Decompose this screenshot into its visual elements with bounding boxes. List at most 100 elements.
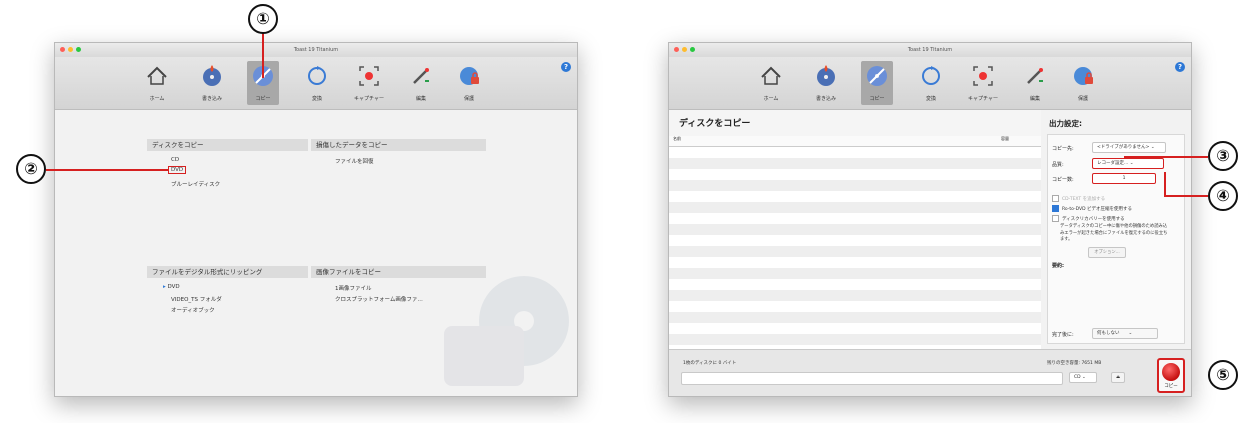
link-image-file[interactable]: 1画像ファイル bbox=[335, 284, 372, 292]
cdtext-checkbox[interactable]: CD-TEXT を追加する bbox=[1052, 195, 1105, 202]
link-crossplatform-image[interactable]: クロスプラットフォーム画像ファ… bbox=[335, 295, 423, 303]
home-icon bbox=[761, 66, 781, 85]
output-settings-box: コピー先: <ドライブがありません> ⌄ 品質: レコーダ設定... ⌄ コピー… bbox=[1047, 134, 1185, 344]
section-disc-copy-heading: ディスクをコピー bbox=[147, 139, 308, 151]
column-name[interactable]: 名前 bbox=[673, 136, 681, 142]
options-button[interactable]: オプション... bbox=[1088, 247, 1126, 258]
zoom-button[interactable] bbox=[690, 47, 695, 52]
callout-line-4b bbox=[1164, 195, 1208, 197]
tab-convert[interactable]: 変換 bbox=[915, 61, 947, 105]
tab-copy[interactable]: コピー bbox=[861, 61, 893, 105]
quality-label: 品質: bbox=[1052, 162, 1064, 168]
callout-5: ⑤ bbox=[1208, 360, 1238, 390]
zoom-button[interactable] bbox=[76, 47, 81, 52]
after-completion-select[interactable]: 何もしない ⌄ bbox=[1092, 328, 1158, 339]
callout-2: ② bbox=[16, 154, 46, 184]
link-cd[interactable]: CD bbox=[171, 157, 179, 163]
window-title: Toast 19 Titanium bbox=[293, 47, 339, 53]
window-controls bbox=[60, 47, 81, 52]
link-dvd[interactable]: DVD bbox=[167, 166, 187, 174]
tab-protect[interactable]: 保護 bbox=[453, 61, 485, 105]
recovery-description: データディスクのコピー中に傷や他の損傷のため読み込みエラーが起きた場合にファイル… bbox=[1060, 224, 1168, 242]
dvd-compress-checkbox[interactable]: Ro-to-DVD ビデオ圧縮を使用する bbox=[1052, 205, 1132, 212]
minimize-button[interactable] bbox=[682, 47, 687, 52]
record-label: コピー bbox=[1164, 384, 1178, 389]
tab-home[interactable]: ホーム bbox=[755, 61, 787, 105]
eject-button[interactable]: ⏏ bbox=[1111, 372, 1125, 383]
tab-edit[interactable]: 編集 bbox=[1019, 61, 1051, 105]
copy-record-button[interactable]: コピー bbox=[1157, 358, 1185, 393]
disc-content-list[interactable] bbox=[669, 147, 1041, 367]
copies-stepper[interactable]: 1 bbox=[1092, 173, 1156, 184]
source-list-pane: ディスクをコピー 名前 容量 bbox=[669, 110, 1041, 367]
minimize-button[interactable] bbox=[68, 47, 73, 52]
title-bar: Toast 19 Titanium bbox=[669, 43, 1191, 57]
tab-capture[interactable]: キャプチャー bbox=[353, 61, 385, 105]
title-bar: Toast 19 Titanium bbox=[55, 43, 577, 57]
status-bar: 1枚のディスクに 0 バイト 残りの空き容量: 7651 MB CD ⌄ ⏏ コ… bbox=[669, 349, 1191, 396]
summary-label: 要約: bbox=[1052, 263, 1064, 269]
link-bluray[interactable]: ブルーレイディスク bbox=[171, 180, 220, 188]
page-title: ディスクをコピー bbox=[679, 119, 751, 129]
tab-home[interactable]: ホーム bbox=[141, 61, 173, 105]
output-settings-pane: 出力設定: コピー先: <ドライブがありません> ⌄ 品質: レコーダ設定...… bbox=[1047, 110, 1185, 350]
recovery-checkbox[interactable]: ディスクリカバリーを使用する bbox=[1052, 215, 1125, 222]
callout-1: ① bbox=[248, 4, 278, 34]
callout-line-2 bbox=[46, 169, 168, 171]
column-size[interactable]: 容量 bbox=[1001, 136, 1009, 142]
section-rip-heading: ファイルをデジタル形式にリッピング bbox=[147, 266, 308, 278]
eject-icon: ⏏ bbox=[1115, 375, 1121, 380]
help-button[interactable]: ? bbox=[561, 62, 571, 72]
callout-line-1 bbox=[262, 32, 264, 78]
capture-icon bbox=[973, 66, 993, 86]
progress-field bbox=[681, 372, 1063, 385]
record-icon bbox=[1162, 363, 1180, 381]
link-video-ts[interactable]: VIDEO_TS フォルダ bbox=[171, 295, 222, 303]
tab-capture[interactable]: キャプチャー bbox=[967, 61, 999, 105]
copy-disc-icon bbox=[867, 66, 887, 86]
protect-icon bbox=[1074, 67, 1093, 85]
help-button[interactable]: ? bbox=[1175, 62, 1185, 72]
link-recover-files[interactable]: ファイルを回復 bbox=[335, 157, 374, 165]
free-space-text: 残りの空き容量: 7651 MB bbox=[1047, 361, 1102, 366]
tab-edit[interactable]: 編集 bbox=[405, 61, 437, 105]
right-app-window: Toast 19 Titanium ホーム 書き込み コピー 変換 キャプチャー… bbox=[668, 42, 1192, 397]
main-toolbar: ホーム 書き込み コピー 変換 キャプチャー 編集 保護 ? bbox=[55, 57, 577, 110]
drive-select[interactable]: CD ⌄ bbox=[1069, 372, 1097, 383]
burn-disc-icon bbox=[203, 65, 221, 86]
edit-icon bbox=[1027, 68, 1043, 84]
callout-line-3 bbox=[1124, 156, 1208, 158]
copies-label: コピー数: bbox=[1052, 177, 1074, 183]
callout-4: ④ bbox=[1208, 181, 1238, 211]
copy-to-label: コピー先: bbox=[1052, 146, 1074, 152]
home-icon bbox=[147, 66, 167, 85]
tab-burn[interactable]: 書き込み bbox=[810, 61, 842, 105]
tab-burn[interactable]: 書き込み bbox=[196, 61, 228, 105]
left-app-window: Toast 19 Titanium ホーム 書き込み コピー 変換 キャプチャー… bbox=[54, 42, 578, 397]
tab-protect[interactable]: 保護 bbox=[1067, 61, 1099, 105]
toast-watermark-icon bbox=[444, 276, 569, 386]
copy-to-select[interactable]: <ドライブがありません> ⌄ bbox=[1092, 142, 1166, 153]
window-controls bbox=[674, 47, 695, 52]
capture-icon bbox=[359, 66, 379, 86]
link-audiobook[interactable]: オーディオブック bbox=[171, 306, 215, 314]
after-completion-label: 完了後に: bbox=[1052, 332, 1074, 338]
output-settings-title: 出力設定: bbox=[1049, 119, 1082, 128]
close-button[interactable] bbox=[674, 47, 679, 52]
section-damaged-heading: 損傷したデータをコピー bbox=[311, 139, 486, 151]
callout-line-4a bbox=[1164, 172, 1166, 196]
disc-size-text: 1枚のディスクに 0 バイト bbox=[683, 361, 737, 366]
copy-disc-panel: ディスクをコピー 名前 容量 出力設定: コピー先: <ドライブがありません> … bbox=[669, 110, 1191, 396]
protect-icon bbox=[460, 67, 479, 85]
close-button[interactable] bbox=[60, 47, 65, 52]
copy-options-panel: ディスクをコピー CD DVD ブルーレイディスク 損傷したデータをコピー ファ… bbox=[55, 110, 577, 396]
quality-select[interactable]: レコーダ設定... ⌄ bbox=[1092, 158, 1164, 169]
convert-icon bbox=[922, 66, 940, 85]
tab-convert[interactable]: 変換 bbox=[301, 61, 333, 105]
list-header: 名前 容量 bbox=[669, 136, 1041, 147]
edit-icon bbox=[413, 68, 429, 84]
link-rip-dvd[interactable]: ▸ DVD bbox=[163, 284, 180, 290]
callout-3: ③ bbox=[1208, 141, 1238, 171]
main-toolbar: ホーム 書き込み コピー 変換 キャプチャー 編集 保護 ? bbox=[669, 57, 1191, 110]
burn-disc-icon bbox=[817, 65, 835, 86]
